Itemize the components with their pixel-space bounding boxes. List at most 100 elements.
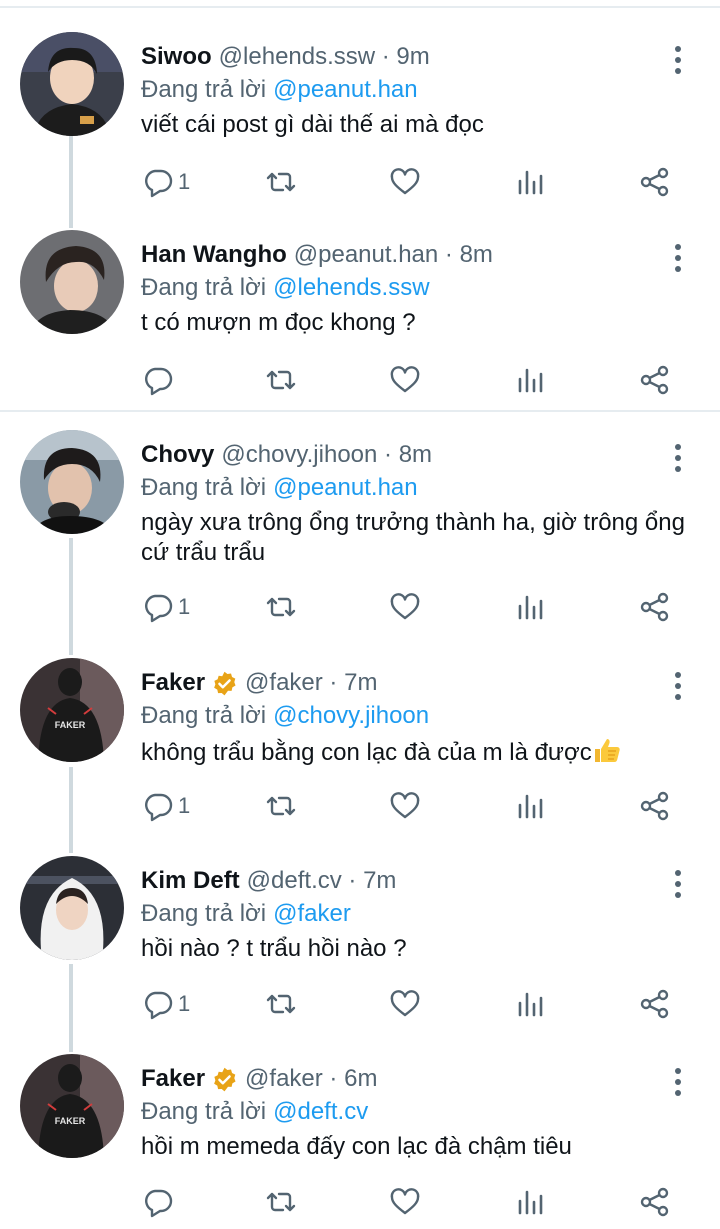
like-button[interactable] (389, 984, 421, 1024)
like-button[interactable] (389, 360, 421, 400)
like-button[interactable] (389, 162, 421, 202)
more-icon[interactable] (664, 670, 692, 702)
replying-to: Đang trả lời @deft.cv (141, 1095, 368, 1129)
more-icon[interactable] (664, 44, 692, 76)
stats-button[interactable] (515, 587, 547, 627)
retweet-button[interactable] (265, 786, 297, 826)
avatar[interactable]: FAKER (20, 658, 124, 762)
mention-link[interactable]: @faker (273, 900, 351, 928)
reply-icon (142, 364, 174, 396)
share-button[interactable] (639, 786, 671, 826)
action-bar: 1 (0, 984, 720, 1024)
stats-button[interactable] (515, 984, 547, 1024)
more-icon[interactable] (664, 1066, 692, 1098)
handle-timestamp: @chovy.jihoon · 8m (221, 441, 433, 468)
like-icon (389, 166, 421, 198)
more-icon[interactable] (664, 442, 692, 474)
action-bar: 1 (0, 786, 720, 826)
reply-icon (142, 591, 174, 623)
retweet-button[interactable] (265, 360, 297, 400)
reply-button[interactable]: 1 (142, 984, 190, 1024)
share-button[interactable] (639, 587, 671, 627)
tweet[interactable]: FAKER Faker @faker · 7m Đang trả lời @ch… (0, 658, 720, 848)
mention-link[interactable]: @chovy.jihoon (273, 702, 429, 730)
tweet-text: t có mượn m đọc khong ? (141, 309, 416, 336)
retweet-button[interactable] (265, 1182, 297, 1222)
verified-icon (211, 670, 238, 697)
tweet[interactable]: Chovy @chovy.jihoon · 8m Đang trả lời @p… (0, 430, 720, 650)
share-button[interactable] (639, 1182, 671, 1222)
stats-button[interactable] (515, 1182, 547, 1222)
stats-icon (515, 364, 547, 396)
display-name[interactable]: Faker (141, 669, 205, 697)
retweet-button[interactable] (265, 984, 297, 1024)
share-icon (639, 166, 671, 198)
share-icon (639, 591, 671, 623)
top-divider (0, 6, 720, 8)
avatar[interactable] (20, 856, 124, 960)
display-name[interactable]: Siwoo (141, 43, 212, 71)
display-name[interactable]: Kim Deft (141, 867, 240, 895)
handle-timestamp: @faker · 6m (245, 1065, 378, 1092)
reply-button[interactable]: 1 (142, 587, 190, 627)
reply-button[interactable] (142, 360, 178, 400)
retweet-icon (265, 591, 297, 623)
stats-icon (515, 591, 547, 623)
reply-button[interactable]: 1 (142, 786, 190, 826)
retweet-button[interactable] (265, 587, 297, 627)
tweet-text: hồi nào ? t trẩu hồi nào ? (141, 935, 407, 962)
handle-timestamp: @faker · 7m (245, 669, 378, 696)
replying-to-label: Đang trả lời (141, 274, 267, 301)
stats-button[interactable] (515, 786, 547, 826)
retweet-icon (265, 364, 297, 396)
replying-to-label: Đang trả lời (141, 702, 267, 729)
mention-link[interactable]: @peanut.han (273, 76, 417, 104)
more-icon[interactable] (664, 868, 692, 900)
tweet[interactable]: Kim Deft @deft.cv · 7m Đang trả lời @fak… (0, 856, 720, 1046)
reply-icon (142, 790, 174, 822)
reply-button[interactable] (142, 1182, 178, 1222)
stats-icon (515, 790, 547, 822)
display-name[interactable]: Chovy (141, 441, 214, 469)
replying-to: Đang trả lời @peanut.han (141, 471, 418, 505)
mention-link[interactable]: @lehends.ssw (273, 274, 429, 302)
reply-button[interactable]: 1 (142, 162, 190, 202)
retweet-icon (265, 988, 297, 1020)
mention-link[interactable]: @peanut.han (273, 474, 417, 502)
retweet-icon (265, 1186, 297, 1218)
share-button[interactable] (639, 360, 671, 400)
reply-count: 1 (178, 169, 191, 194)
replying-to: Đang trả lời @faker (141, 897, 351, 931)
share-icon (639, 988, 671, 1020)
replying-to: Đang trả lời @lehends.ssw (141, 271, 430, 305)
replying-to-label: Đang trả lời (141, 76, 267, 103)
tweet[interactable]: Siwoo @lehends.ssw · 9m Đang trả lời @pe… (0, 32, 720, 222)
tweet[interactable]: Han Wangho @peanut.han · 8m Đang trả lời… (0, 230, 720, 410)
mention-link[interactable]: @deft.cv (273, 1098, 368, 1126)
display-name[interactable]: Han Wangho (141, 241, 287, 269)
tweet[interactable]: FAKER Faker @faker · 6m Đang trả lời @de… (0, 1054, 720, 1229)
avatar[interactable] (20, 230, 124, 334)
more-icon[interactable] (664, 242, 692, 274)
like-button[interactable] (389, 587, 421, 627)
reply-count: 1 (178, 793, 191, 818)
like-icon (389, 1186, 421, 1218)
stats-icon (515, 166, 547, 198)
reply-count: 1 (178, 594, 191, 619)
stats-button[interactable] (515, 360, 547, 400)
stats-icon (515, 988, 547, 1020)
avatar[interactable] (20, 430, 124, 534)
display-name[interactable]: Faker (141, 1065, 205, 1093)
retweet-button[interactable] (265, 162, 297, 202)
like-button[interactable] (389, 1182, 421, 1222)
avatar[interactable] (20, 32, 124, 136)
avatar[interactable]: FAKER (20, 1054, 124, 1158)
like-button[interactable] (389, 786, 421, 826)
tweet-text: không trẩu bằng con lạc đà của m là được (141, 739, 592, 766)
stats-button[interactable] (515, 162, 547, 202)
share-button[interactable] (639, 984, 671, 1024)
share-button[interactable] (639, 162, 671, 202)
reply-count: 1 (178, 991, 191, 1016)
like-icon (389, 364, 421, 396)
conversation-divider (0, 410, 720, 412)
